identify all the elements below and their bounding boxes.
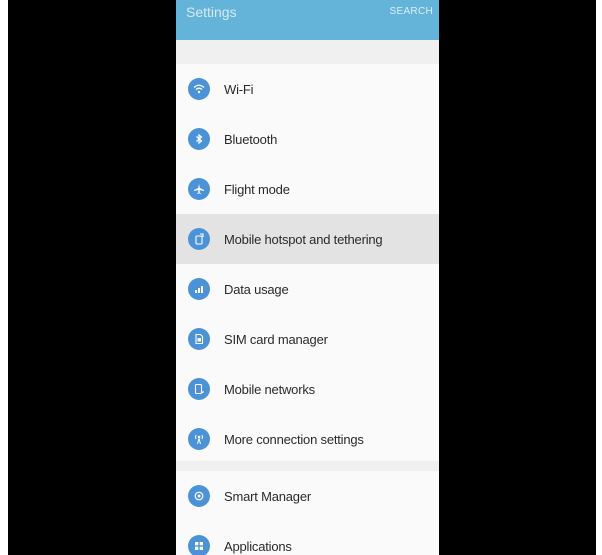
settings-screen: Settings SEARCH Wi-Fi Bluetooth Flight m… [176, 0, 439, 555]
settings-item-smart-manager[interactable]: Smart Manager [176, 471, 439, 521]
settings-item-label: Applications [224, 538, 292, 554]
settings-item-flight-mode[interactable]: Flight mode [176, 164, 439, 214]
wifi-icon [188, 78, 210, 100]
settings-item-label: Wi-Fi [224, 81, 254, 97]
connections-section: Wi-Fi Bluetooth Flight mode Mobile hotsp… [176, 64, 439, 461]
settings-item-mobile-networks[interactable]: Mobile networks [176, 364, 439, 414]
settings-item-label: Flight mode [224, 181, 290, 197]
sim-card-icon [188, 328, 210, 350]
settings-item-more-connection-settings[interactable]: More connection settings [176, 414, 439, 464]
bluetooth-icon [188, 128, 210, 150]
settings-item-label: Mobile networks [224, 381, 315, 397]
settings-item-label: Mobile hotspot and tethering [224, 231, 383, 247]
data-usage-icon [188, 278, 210, 300]
settings-item-data-usage[interactable]: Data usage [176, 264, 439, 314]
more-connections-icon [188, 428, 210, 450]
mobile-networks-icon [188, 378, 210, 400]
settings-item-label: Data usage [224, 281, 289, 297]
page-title: Settings [186, 4, 237, 20]
app-bar: Settings SEARCH [176, 0, 439, 40]
settings-item-label: Smart Manager [224, 488, 311, 504]
video-frame: Settings SEARCH Wi-Fi Bluetooth Flight m… [8, 0, 596, 555]
hotspot-icon [188, 228, 210, 250]
settings-item-label: Bluetooth [224, 131, 278, 147]
settings-item-wifi[interactable]: Wi-Fi [176, 64, 439, 114]
applications-icon [188, 535, 210, 555]
settings-item-label: More connection settings [224, 431, 364, 447]
system-section: Smart Manager Applications [176, 471, 439, 555]
settings-item-label: SIM card manager [224, 331, 328, 347]
settings-item-bluetooth[interactable]: Bluetooth [176, 114, 439, 164]
settings-item-hotspot[interactable]: Mobile hotspot and tethering [176, 214, 439, 264]
settings-item-sim-card-manager[interactable]: SIM card manager [176, 314, 439, 364]
settings-item-applications[interactable]: Applications [176, 521, 439, 555]
smart-manager-icon [188, 485, 210, 507]
search-button[interactable]: SEARCH [390, 6, 433, 17]
airplane-icon [188, 178, 210, 200]
